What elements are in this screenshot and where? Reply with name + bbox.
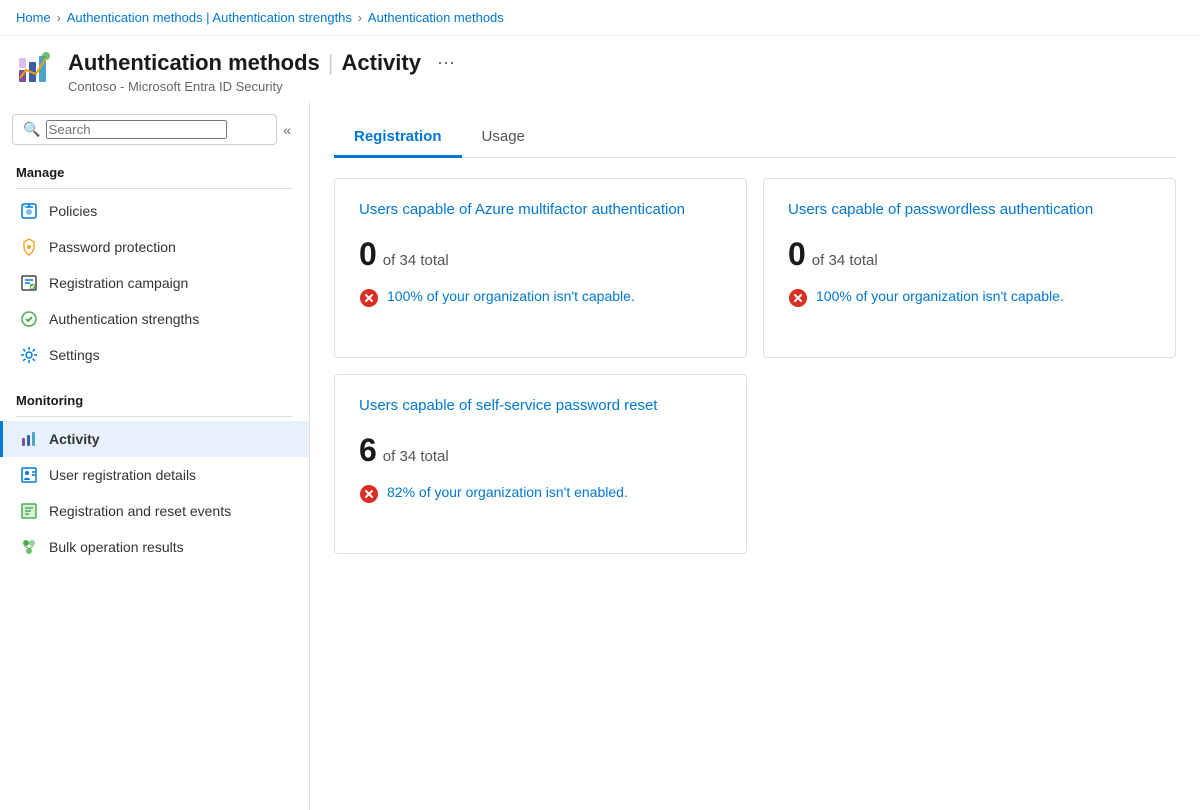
cards-grid: Users capable of Azure multifactor authe… <box>334 178 1176 554</box>
search-wrapper: 🔍 <box>12 114 277 145</box>
card-azure-mfa-suffix: of 34 total <box>383 252 449 269</box>
card-sspr-count: 6 of 34 total <box>359 432 722 469</box>
search-input[interactable] <box>46 120 227 139</box>
settings-icon <box>19 345 39 365</box>
card-passwordless-number: 0 <box>788 236 806 273</box>
card-azure-mfa-title[interactable]: Users capable of Azure multifactor authe… <box>359 199 722 220</box>
card-passwordless-status-text: 100% of your organization isn't capable. <box>816 287 1064 307</box>
card-azure-mfa-status: 100% of your organization isn't capable. <box>359 287 722 308</box>
title-main: Authentication methods <box>68 50 320 76</box>
sidebar-item-bulk-label: Bulk operation results <box>49 539 184 555</box>
card-passwordless-suffix: of 34 total <box>812 252 878 269</box>
sidebar-item-policies[interactable]: Policies <box>0 193 309 229</box>
tab-usage[interactable]: Usage <box>462 118 545 158</box>
activity-icon <box>19 429 39 449</box>
error-icon-3 <box>359 484 379 504</box>
sidebar-item-registration-reset[interactable]: Registration and reset events <box>0 493 309 529</box>
collapse-sidebar-button[interactable]: « <box>277 120 297 140</box>
sidebar-item-bulk-operation[interactable]: Bulk operation results <box>0 529 309 565</box>
sidebar-item-policies-label: Policies <box>49 203 97 219</box>
sidebar-item-registration-campaign[interactable]: Registration campaign <box>0 265 309 301</box>
sidebar-item-settings[interactable]: Settings <box>0 337 309 373</box>
registration-icon <box>19 273 39 293</box>
card-sspr-status: 82% of your organization isn't enabled. <box>359 483 722 504</box>
sidebar-item-auth-strengths-label: Authentication strengths <box>49 311 199 327</box>
manage-divider <box>16 188 293 189</box>
card-azure-mfa-number: 0 <box>359 236 377 273</box>
password-icon <box>19 237 39 257</box>
sidebar: 🔍 « Manage Policies <box>0 102 310 810</box>
section-manage-label: Manage <box>0 157 309 184</box>
sidebar-item-password-protection[interactable]: Password protection <box>0 229 309 265</box>
policies-icon <box>19 201 39 221</box>
card-azure-mfa: Users capable of Azure multifactor authe… <box>334 178 747 358</box>
sidebar-item-activity[interactable]: Activity <box>0 421 309 457</box>
breadcrumb-home[interactable]: Home <box>16 10 51 25</box>
sidebar-item-registration-campaign-label: Registration campaign <box>49 275 188 291</box>
card-passwordless-title[interactable]: Users capable of passwordless authentica… <box>788 199 1151 220</box>
card-sspr: Users capable of self-service password r… <box>334 374 747 554</box>
breadcrumb-auth-strengths[interactable]: Authentication methods | Authentication … <box>67 10 352 25</box>
tabs-container: Registration Usage <box>334 118 1176 158</box>
page-title: Authentication methods | Activity ··· <box>68 48 1184 77</box>
main-content: Registration Usage Users capable of Azur… <box>310 102 1200 810</box>
card-passwordless: Users capable of passwordless authentica… <box>763 178 1176 358</box>
search-row: 🔍 « <box>12 114 297 145</box>
card-azure-mfa-count: 0 of 34 total <box>359 236 722 273</box>
auth-strengths-icon <box>19 309 39 329</box>
card-passwordless-status: 100% of your organization isn't capable. <box>788 287 1151 308</box>
user-reg-icon <box>19 465 39 485</box>
error-icon-2 <box>788 288 808 308</box>
breadcrumb-sep-2: › <box>358 11 362 25</box>
sidebar-item-activity-label: Activity <box>49 431 100 447</box>
section-monitoring-label: Monitoring <box>0 385 309 412</box>
title-section: Activity <box>342 50 421 76</box>
sidebar-item-reg-reset-label: Registration and reset events <box>49 503 231 519</box>
card-sspr-status-text: 82% of your organization isn't enabled. <box>387 483 628 503</box>
page-subtitle: Contoso - Microsoft Entra ID Security <box>68 79 1184 94</box>
main-layout: 🔍 « Manage Policies <box>0 102 1200 810</box>
card-passwordless-count: 0 of 34 total <box>788 236 1151 273</box>
sidebar-item-user-registration[interactable]: User registration details <box>0 457 309 493</box>
breadcrumb-auth-methods[interactable]: Authentication methods <box>368 10 504 25</box>
card-sspr-suffix: of 34 total <box>383 448 449 465</box>
error-icon <box>359 288 379 308</box>
title-separator: | <box>328 50 334 76</box>
reg-reset-icon <box>19 501 39 521</box>
breadcrumb-sep-1: › <box>57 11 61 25</box>
sidebar-item-password-protection-label: Password protection <box>49 239 176 255</box>
search-icon: 🔍 <box>23 121 40 138</box>
header-text: Authentication methods | Activity ··· Co… <box>68 48 1184 94</box>
page-header: Authentication methods | Activity ··· Co… <box>0 36 1200 102</box>
card-sspr-title[interactable]: Users capable of self-service password r… <box>359 395 722 416</box>
sidebar-item-settings-label: Settings <box>49 347 100 363</box>
sidebar-item-user-registration-label: User registration details <box>49 467 196 483</box>
tab-registration[interactable]: Registration <box>334 118 462 158</box>
monitoring-divider <box>16 416 293 417</box>
card-azure-mfa-status-text: 100% of your organization isn't capable. <box>387 287 635 307</box>
app-icon <box>16 48 56 88</box>
breadcrumb: Home › Authentication methods | Authenti… <box>0 0 1200 36</box>
sidebar-item-authentication-strengths[interactable]: Authentication strengths <box>0 301 309 337</box>
bulk-icon <box>19 537 39 557</box>
card-sspr-number: 6 <box>359 432 377 469</box>
more-options-button[interactable]: ··· <box>429 48 463 77</box>
